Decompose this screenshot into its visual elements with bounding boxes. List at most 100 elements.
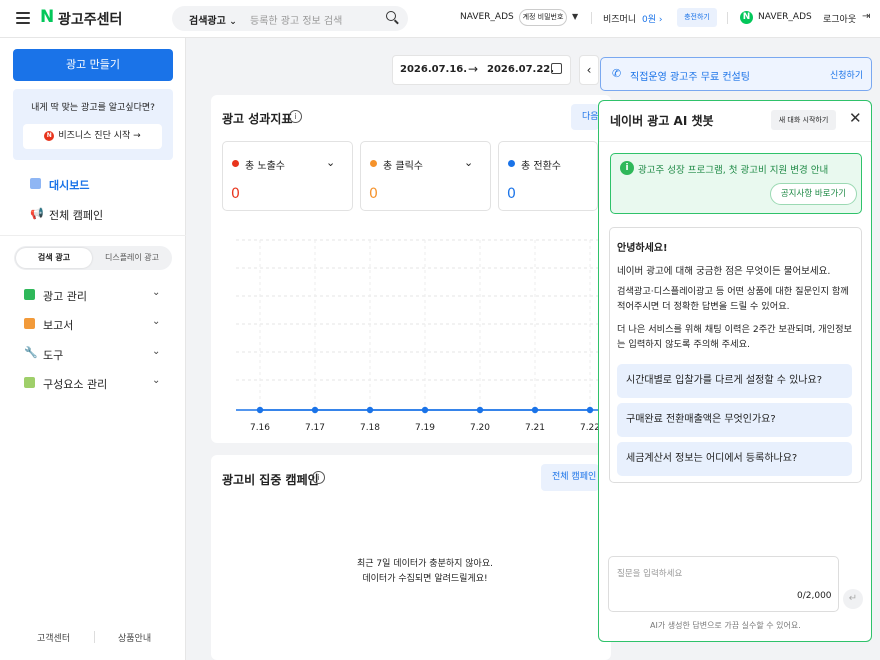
kpi-value: 0 (369, 186, 378, 202)
kpi-card-clicks[interactable] (360, 141, 491, 211)
empty-message: 최근 7일 데이터가 충분하지 않아요. 데이터가 수집되면 알려드릴게요! (357, 559, 493, 584)
account-dropdown-icon[interactable]: ▼ (572, 12, 578, 21)
menu-icon[interactable] (16, 12, 30, 24)
chevron-down-icon[interactable]: ⌄ (152, 346, 160, 357)
chevron-down-icon[interactable]: ⌄ (326, 156, 335, 169)
x-tick-label: 7.16 (250, 423, 270, 433)
data-point (586, 406, 594, 414)
promo-title: 내게 딱 맞는 광고를 알고싶다면? (31, 103, 155, 113)
calendar-icon[interactable] (551, 63, 562, 74)
x-tick-label: 7.17 (305, 423, 325, 433)
business-diagnosis-button[interactable]: N 비즈니스 진단 시작 → (23, 124, 162, 149)
divider (0, 235, 186, 236)
divider (591, 12, 592, 24)
logout-icon[interactable]: ⇥ (862, 11, 870, 22)
tab-display-ad[interactable]: 디스플레이 광고 (94, 248, 170, 268)
chevron-down-icon[interactable]: ⌄ (152, 287, 160, 298)
search-input[interactable]: 등록한 광고 정보 검색 (250, 12, 342, 27)
sidebar-item-report[interactable]: 보고서 (43, 317, 73, 333)
data-point (366, 406, 374, 414)
kpi-next-button[interactable]: 다음 (571, 104, 599, 130)
bizmoney-label: 비즈머니 (603, 15, 637, 25)
info-icon: i (620, 161, 634, 175)
all-campaigns-button[interactable]: 전체 캠페인 (541, 464, 599, 491)
kpi-value: 0 (231, 186, 240, 202)
sidebar-item-tools[interactable]: 도구 (43, 347, 63, 363)
new-chat-button[interactable]: 새 대화 시작하기 (771, 110, 836, 130)
greeting: 안녕하세요! (617, 243, 668, 254)
campaign-title: 광고비 집중 캠페인 (222, 473, 319, 487)
x-tick-label: 7.19 (415, 423, 435, 433)
chevron-down-icon[interactable]: ⌄ (152, 316, 160, 327)
create-ad-button[interactable]: 광고 만들기 (13, 49, 173, 81)
footer-link-support[interactable]: 고객센터 (37, 631, 70, 644)
brand-title[interactable]: 광고주센터 (58, 9, 122, 29)
kpi-label: 총 전환수 (521, 161, 561, 172)
search-icon[interactable] (386, 11, 396, 21)
naver-n-icon: N (44, 130, 55, 141)
kpi-title: 광고 성과지표 (222, 112, 293, 126)
components-icon (24, 377, 35, 388)
sidebar-item-components[interactable]: 구성요소 관리 (43, 376, 107, 392)
performance-line-chart: 7.16 7.17 7.18 7.19 7.20 7.21 7.22 (236, 239, 598, 433)
phone-icon: ✆ (612, 67, 622, 80)
data-point (311, 406, 319, 414)
chevron-down-icon[interactable]: ⌄ (464, 156, 473, 169)
info-icon[interactable]: i (312, 471, 325, 484)
chevron-down-icon[interactable]: ⌄ (152, 375, 160, 386)
x-tick-label: 7.21 (525, 423, 545, 433)
account-badge[interactable]: 계정 비밀번호 (519, 9, 567, 26)
bizmoney-value[interactable]: 0원 › (642, 12, 663, 25)
report-icon (24, 318, 35, 329)
suggested-question[interactable]: 구매완료 전환매출액은 무엇인가요? (617, 403, 852, 437)
divider (94, 631, 95, 643)
user-name[interactable]: NAVER_ADS (758, 12, 812, 22)
send-icon[interactable]: ↵ (843, 589, 863, 609)
clicks-dot (370, 160, 377, 167)
data-point (531, 406, 539, 414)
data-point (421, 406, 429, 414)
prev-period-button[interactable]: ‹ (579, 55, 599, 85)
consulting-apply-link[interactable]: 신청하기 (830, 68, 863, 81)
data-point (256, 406, 264, 414)
sidebar-item-ad-manage[interactable]: 광고 관리 (43, 288, 87, 304)
chat-input[interactable] (608, 556, 839, 612)
footer-link-products[interactable]: 상품안내 (118, 631, 151, 644)
info-icon[interactable]: i (289, 110, 302, 123)
notice-link-button[interactable]: 공지사항 바로가기 (770, 183, 857, 205)
dashboard-icon (30, 178, 41, 189)
sidebar-item-dashboard[interactable]: 대시보드 (49, 177, 89, 193)
impressions-dot (232, 160, 239, 167)
char-counter: 0/2,000 (797, 591, 832, 601)
suggested-question[interactable]: 세금계산서 정보는 어디에서 등록하나요? (617, 442, 852, 476)
x-tick-label: 7.22 (580, 423, 598, 433)
conversions-dot (508, 160, 515, 167)
message-line: 검색광고·디스플레이광고 등 어떤 상품에 대한 질문인지 함께 적어주시면 더 … (617, 286, 849, 312)
sidebar-item-all-campaigns[interactable]: 전체 캠페인 (49, 207, 103, 223)
kpi-value: 0 (507, 186, 516, 202)
chevron-down-icon: ⌄ (229, 17, 237, 27)
naver-logo-icon: N (40, 7, 55, 27)
chevron-right-icon: › (658, 15, 663, 25)
x-tick-label: 7.20 (470, 423, 490, 433)
divider (599, 141, 871, 142)
date-end: 2026.07.22. (487, 64, 555, 75)
divider (727, 12, 728, 24)
logout-button[interactable]: 로그아웃 (823, 12, 856, 25)
search-scope-select[interactable]: 검색광고 ⌄ (189, 12, 237, 27)
close-icon[interactable]: ✕ (849, 109, 862, 127)
chatbot-title: 네이버 광고 AI 챗봇 (610, 114, 714, 128)
x-tick-label: 7.18 (360, 423, 380, 433)
tab-search-ad[interactable]: 검색 광고 (16, 248, 92, 268)
suggested-question[interactable]: 시간대별로 입찰가를 다르게 설정할 수 있나요? (617, 364, 852, 398)
chat-input-placeholder: 질문을 입력하세요 (617, 569, 683, 579)
consulting-text: 직접운영 광고주 무료 컨설팅 (630, 72, 750, 83)
charge-button[interactable]: 충전하기 (677, 8, 717, 27)
data-point (476, 406, 484, 414)
message-line: 네이버 광고에 대해 궁금한 점은 무엇이든 물어보세요. (617, 266, 831, 277)
ad-manage-icon (24, 289, 35, 300)
wrench-icon: 🔧 (24, 346, 38, 359)
kpi-card-impressions[interactable] (222, 141, 353, 211)
megaphone-icon: 📢 (30, 207, 44, 220)
user-badge-icon: N (740, 11, 753, 24)
